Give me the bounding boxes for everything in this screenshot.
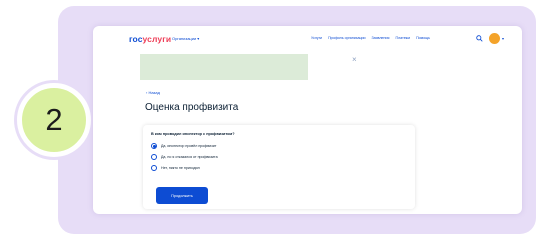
form-question: В ком проводил инспектор с профвизитом?: [151, 132, 235, 136]
avatar[interactable]: [489, 33, 500, 44]
back-link[interactable]: ‹ Назад: [146, 90, 160, 95]
radio-option-label: Нет, никто не приходил: [161, 166, 200, 170]
screenshot-window: госуслуги Организации ▾ Услуги Профиль о…: [93, 26, 522, 214]
nav-item-applications[interactable]: Заявления: [372, 36, 390, 40]
logo-part-uslugi: услуги: [142, 34, 172, 44]
search-icon[interactable]: [476, 35, 483, 42]
nav-item-org-profile[interactable]: Профиль организации: [328, 36, 365, 40]
logo-part-gos: гос: [129, 34, 143, 44]
close-icon[interactable]: ×: [352, 55, 357, 64]
top-nav: Услуги Профиль организации Заявления Пла…: [311, 36, 430, 40]
continue-button[interactable]: Продолжить: [156, 187, 208, 204]
nav-item-help[interactable]: Помощь: [416, 36, 430, 40]
form-card: В ком проводил инспектор с профвизитом? …: [143, 125, 415, 209]
radio-option-label: Да, но я отказался от профвизита: [161, 155, 218, 159]
page-title: Оценка профвизита: [145, 102, 239, 113]
nav-item-payments[interactable]: Платежи: [396, 36, 411, 40]
site-header: госуслуги Организации ▾ Услуги Профиль о…: [93, 26, 522, 52]
radio-option-refused[interactable]: Да, но я отказался от профвизита: [151, 153, 218, 161]
organizations-menu[interactable]: Организации ▾: [172, 36, 199, 41]
radio-option-nobody[interactable]: Нет, никто не приходил: [151, 164, 200, 172]
chevron-down-icon[interactable]: ▾: [502, 36, 504, 41]
radio-icon[interactable]: [151, 143, 157, 149]
nav-item-services[interactable]: Услуги: [311, 36, 322, 40]
radio-option-visited[interactable]: Да, инспектор провёл профвизит: [151, 142, 216, 150]
radio-option-label: Да, инспектор провёл профвизит: [161, 144, 217, 148]
step-badge: 2: [17, 83, 91, 157]
gosuslugi-logo[interactable]: госуслуги: [129, 34, 171, 44]
notice-banner: [140, 54, 308, 80]
radio-icon[interactable]: [151, 154, 157, 160]
stage: 2 госуслуги Организации ▾ Услуги Профиль…: [0, 0, 542, 240]
step-number: 2: [45, 102, 63, 137]
radio-icon[interactable]: [151, 165, 157, 171]
